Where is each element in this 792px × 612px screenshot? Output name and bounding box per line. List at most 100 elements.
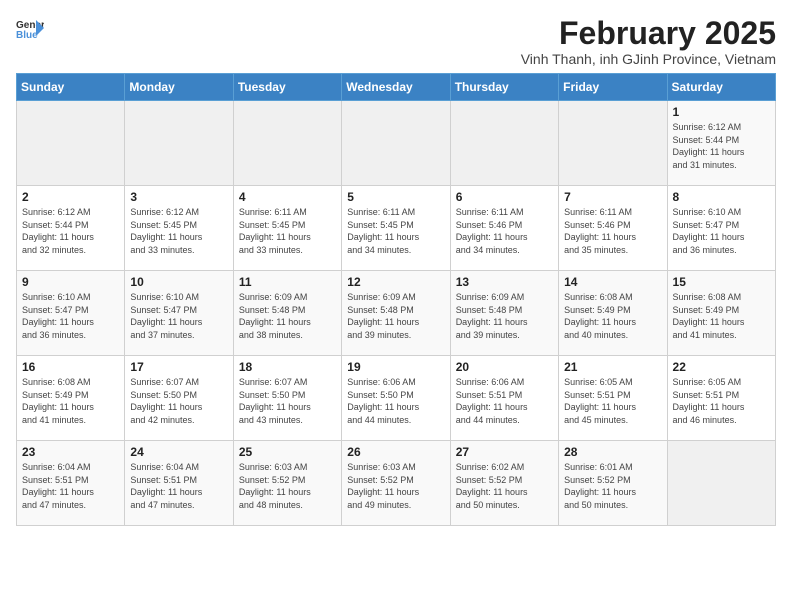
title-block: February 2025 Vinh Thanh, inh GJinh Prov…: [521, 16, 776, 67]
day-number: 22: [673, 360, 770, 374]
day-info: Sunrise: 6:12 AM Sunset: 5:44 PM Dayligh…: [22, 206, 119, 256]
logo-icon: General Blue: [16, 16, 44, 44]
day-info: Sunrise: 6:12 AM Sunset: 5:44 PM Dayligh…: [673, 121, 770, 171]
day-info: Sunrise: 6:11 AM Sunset: 5:46 PM Dayligh…: [456, 206, 553, 256]
table-row: 10 Sunrise: 6:10 AM Sunset: 5:47 PM Dayli…: [125, 271, 233, 356]
table-row: 11 Sunrise: 6:09 AM Sunset: 5:48 PM Dayli…: [233, 271, 341, 356]
table-row: [342, 101, 450, 186]
calendar-week-row: 23 Sunrise: 6:04 AM Sunset: 5:51 PM Dayli…: [17, 441, 776, 526]
day-number: 26: [347, 445, 444, 459]
calendar-week-row: 2 Sunrise: 6:12 AM Sunset: 5:44 PM Daylig…: [17, 186, 776, 271]
table-row: [559, 101, 667, 186]
day-info: Sunrise: 6:03 AM Sunset: 5:52 PM Dayligh…: [347, 461, 444, 511]
day-info: Sunrise: 6:07 AM Sunset: 5:50 PM Dayligh…: [239, 376, 336, 426]
table-row: 8 Sunrise: 6:10 AM Sunset: 5:47 PM Daylig…: [667, 186, 775, 271]
day-number: 1: [673, 105, 770, 119]
day-info: Sunrise: 6:05 AM Sunset: 5:51 PM Dayligh…: [564, 376, 661, 426]
day-info: Sunrise: 6:03 AM Sunset: 5:52 PM Dayligh…: [239, 461, 336, 511]
day-info: Sunrise: 6:09 AM Sunset: 5:48 PM Dayligh…: [347, 291, 444, 341]
day-number: 7: [564, 190, 661, 204]
day-number: 18: [239, 360, 336, 374]
day-info: Sunrise: 6:09 AM Sunset: 5:48 PM Dayligh…: [239, 291, 336, 341]
calendar-header-row: Sunday Monday Tuesday Wednesday Thursday…: [17, 74, 776, 101]
day-info: Sunrise: 6:10 AM Sunset: 5:47 PM Dayligh…: [130, 291, 227, 341]
day-number: 25: [239, 445, 336, 459]
day-number: 14: [564, 275, 661, 289]
table-row: 13 Sunrise: 6:09 AM Sunset: 5:48 PM Dayli…: [450, 271, 558, 356]
table-row: [450, 101, 558, 186]
day-number: 17: [130, 360, 227, 374]
table-row: 15 Sunrise: 6:08 AM Sunset: 5:49 PM Dayli…: [667, 271, 775, 356]
table-row: 3Sunrise: 6:12 AM Sunset: 5:45 PM Daylig…: [125, 186, 233, 271]
calendar-week-row: 1 Sunrise: 6:12 AM Sunset: 5:44 PM Daylig…: [17, 101, 776, 186]
table-row: [125, 101, 233, 186]
table-row: 16 Sunrise: 6:08 AM Sunset: 5:49 PM Dayli…: [17, 356, 125, 441]
table-row: 9 Sunrise: 6:10 AM Sunset: 5:47 PM Daylig…: [17, 271, 125, 356]
day-number: 28: [564, 445, 661, 459]
table-row: 28 Sunrise: 6:01 AM Sunset: 5:52 PM Dayli…: [559, 441, 667, 526]
day-info: Sunrise: 6:10 AM Sunset: 5:47 PM Dayligh…: [673, 206, 770, 256]
header-thursday: Thursday: [450, 74, 558, 101]
header-sunday: Sunday: [17, 74, 125, 101]
day-info: Sunrise: 6:05 AM Sunset: 5:51 PM Dayligh…: [673, 376, 770, 426]
table-row: 5 Sunrise: 6:11 AM Sunset: 5:45 PM Daylig…: [342, 186, 450, 271]
calendar-table: Sunday Monday Tuesday Wednesday Thursday…: [16, 73, 776, 526]
table-row: 4 Sunrise: 6:11 AM Sunset: 5:45 PM Daylig…: [233, 186, 341, 271]
day-info: Sunrise: 6:06 AM Sunset: 5:50 PM Dayligh…: [347, 376, 444, 426]
day-number: 10: [130, 275, 227, 289]
table-row: [233, 101, 341, 186]
day-info: Sunrise: 6:08 AM Sunset: 5:49 PM Dayligh…: [673, 291, 770, 341]
table-row: 14 Sunrise: 6:08 AM Sunset: 5:49 PM Dayli…: [559, 271, 667, 356]
table-row: 20 Sunrise: 6:06 AM Sunset: 5:51 PM Dayli…: [450, 356, 558, 441]
day-number: 11: [239, 275, 336, 289]
day-info: Sunrise: 6:04 AM Sunset: 5:51 PM Dayligh…: [130, 461, 227, 511]
table-row: 25 Sunrise: 6:03 AM Sunset: 5:52 PM Dayli…: [233, 441, 341, 526]
day-info: Sunrise: 6:08 AM Sunset: 5:49 PM Dayligh…: [22, 376, 119, 426]
day-info: Sunrise: 6:09 AM Sunset: 5:48 PM Dayligh…: [456, 291, 553, 341]
day-number: 6: [456, 190, 553, 204]
day-info: Sunrise: 6:11 AM Sunset: 5:45 PM Dayligh…: [239, 206, 336, 256]
table-row: 18 Sunrise: 6:07 AM Sunset: 5:50 PM Dayli…: [233, 356, 341, 441]
day-number: 2: [22, 190, 119, 204]
day-number: 15: [673, 275, 770, 289]
table-row: 12 Sunrise: 6:09 AM Sunset: 5:48 PM Dayli…: [342, 271, 450, 356]
day-number: 13: [456, 275, 553, 289]
calendar-title: February 2025: [521, 16, 776, 51]
svg-text:Blue: Blue: [16, 30, 38, 41]
day-number: 19: [347, 360, 444, 374]
table-row: 26 Sunrise: 6:03 AM Sunset: 5:52 PM Dayli…: [342, 441, 450, 526]
day-number: 12: [347, 275, 444, 289]
day-info: Sunrise: 6:04 AM Sunset: 5:51 PM Dayligh…: [22, 461, 119, 511]
day-number: 5: [347, 190, 444, 204]
day-info: Sunrise: 6:06 AM Sunset: 5:51 PM Dayligh…: [456, 376, 553, 426]
table-row: 22 Sunrise: 6:05 AM Sunset: 5:51 PM Dayli…: [667, 356, 775, 441]
day-info: Sunrise: 6:11 AM Sunset: 5:45 PM Dayligh…: [347, 206, 444, 256]
day-info: Sunrise: 6:10 AM Sunset: 5:47 PM Dayligh…: [22, 291, 119, 341]
day-number: 20: [456, 360, 553, 374]
day-info: Sunrise: 6:08 AM Sunset: 5:49 PM Dayligh…: [564, 291, 661, 341]
day-number: 27: [456, 445, 553, 459]
table-row: [667, 441, 775, 526]
table-row: 19 Sunrise: 6:06 AM Sunset: 5:50 PM Dayli…: [342, 356, 450, 441]
header-monday: Monday: [125, 74, 233, 101]
day-number: 16: [22, 360, 119, 374]
day-number: 4: [239, 190, 336, 204]
day-info: Sunrise: 6:01 AM Sunset: 5:52 PM Dayligh…: [564, 461, 661, 511]
day-number: 24: [130, 445, 227, 459]
day-info: Sunrise: 6:11 AM Sunset: 5:46 PM Dayligh…: [564, 206, 661, 256]
table-row: 7 Sunrise: 6:11 AM Sunset: 5:46 PM Daylig…: [559, 186, 667, 271]
table-row: 27 Sunrise: 6:02 AM Sunset: 5:52 PM Dayli…: [450, 441, 558, 526]
day-info: Sunrise: 6:12 AM Sunset: 5:45 PM Dayligh…: [130, 206, 227, 256]
page-header: General Blue February 2025 Vinh Thanh, i…: [16, 16, 776, 67]
day-info: Sunrise: 6:07 AM Sunset: 5:50 PM Dayligh…: [130, 376, 227, 426]
day-number: 21: [564, 360, 661, 374]
day-number: 8: [673, 190, 770, 204]
day-info: Sunrise: 6:02 AM Sunset: 5:52 PM Dayligh…: [456, 461, 553, 511]
day-number: 23: [22, 445, 119, 459]
table-row: [17, 101, 125, 186]
day-number: 9: [22, 275, 119, 289]
header-friday: Friday: [559, 74, 667, 101]
header-wednesday: Wednesday: [342, 74, 450, 101]
header-tuesday: Tuesday: [233, 74, 341, 101]
table-row: 17 Sunrise: 6:07 AM Sunset: 5:50 PM Dayli…: [125, 356, 233, 441]
